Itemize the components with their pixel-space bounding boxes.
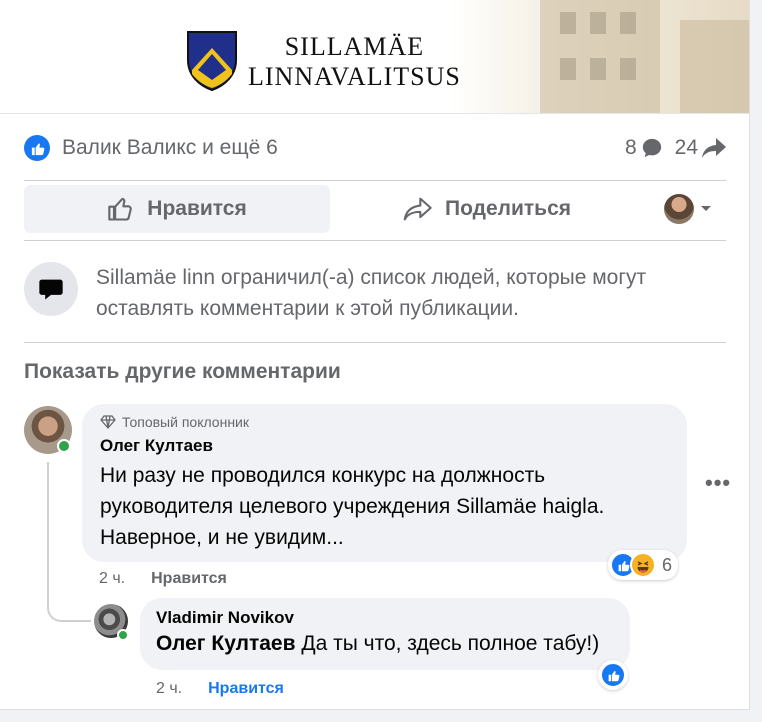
haha-icon bbox=[630, 552, 656, 578]
organization-name: SILLAMÄE LINNAVALITSUS bbox=[248, 32, 461, 92]
divider bbox=[24, 342, 726, 343]
reply-timestamp[interactable]: 2 ч. bbox=[156, 680, 182, 698]
comment-options-icon[interactable]: ••• bbox=[705, 470, 731, 496]
mentioned-user[interactable]: Олег Култаев bbox=[156, 632, 296, 655]
online-status-dot bbox=[57, 439, 71, 453]
like-icon bbox=[600, 662, 626, 688]
comment-restriction-notice: Sillamäe linn ограничил(-а) список людей… bbox=[24, 262, 704, 324]
post-card: SILLAMÄE LINNAVALITSUS Валик Валикс и ещ… bbox=[0, 0, 750, 710]
diamond-icon bbox=[100, 415, 116, 429]
comment-text: Ни разу не проводился конкурс на должнос… bbox=[100, 464, 605, 549]
reply-meta: 2 ч. Нравится bbox=[156, 680, 284, 698]
reactors-summary[interactable]: Валик Валикс и ещё 6 bbox=[62, 136, 278, 160]
divider bbox=[24, 180, 726, 181]
share-button-label: Поделиться bbox=[444, 197, 572, 220]
post-banner-image[interactable]: SILLAMÄE LINNAVALITSUS bbox=[0, 0, 749, 114]
online-status-dot bbox=[117, 629, 129, 641]
share-icon bbox=[403, 197, 432, 221]
caret-down-icon bbox=[701, 206, 711, 211]
post-action-row: Нравится Поделиться bbox=[24, 184, 726, 234]
reply-bubble: Vladimir Novikov Олег Култаев Да ты что,… bbox=[140, 598, 630, 670]
sillamae-crest-logo bbox=[187, 31, 237, 92]
building-photo bbox=[450, 0, 749, 113]
reply-reactions[interactable] bbox=[598, 660, 628, 690]
like-button-label: Нравится bbox=[147, 197, 247, 220]
divider bbox=[24, 240, 726, 241]
top-fan-badge[interactable]: Топовый поклонник bbox=[100, 414, 669, 430]
comment-meta: 2 ч. Нравится bbox=[99, 570, 227, 588]
like-reaction-icon[interactable] bbox=[24, 135, 50, 161]
view-more-comments-link[interactable]: Показать другие комментарии bbox=[24, 360, 341, 384]
comment-restricted-icon bbox=[24, 262, 78, 316]
share-button[interactable]: Поделиться bbox=[334, 185, 640, 233]
reply-author-name[interactable]: Vladimir Novikov bbox=[156, 608, 614, 628]
post-stats-bar: Валик Валикс и ещё 6 8 24 bbox=[24, 130, 726, 166]
share-arrow-icon bbox=[702, 138, 726, 158]
reply-message: Да ты что, здесь полное табу!) bbox=[301, 632, 600, 655]
comment-bubble: Топовый поклонник Олег Култаев Ни разу н… bbox=[82, 404, 687, 562]
reply-like-link[interactable]: Нравится bbox=[208, 680, 284, 698]
comments-count[interactable]: 8 bbox=[625, 136, 663, 160]
reaction-count: 6 bbox=[662, 554, 673, 575]
restriction-text: Sillamäe linn ограничил(-а) список людей… bbox=[96, 266, 647, 320]
comment-bubble-icon bbox=[642, 138, 661, 158]
org-name-line2: LINNAVALITSUS bbox=[248, 62, 461, 91]
comment-as-selector[interactable] bbox=[664, 194, 726, 224]
reply-text: Олег Култаев Да ты что, здесь полное таб… bbox=[156, 632, 614, 656]
comment-reactions[interactable]: 6 bbox=[608, 550, 679, 580]
org-name-line1: SILLAMÄE bbox=[284, 32, 425, 61]
comment-author-name[interactable]: Олег Култаев bbox=[100, 436, 669, 456]
thumbs-up-icon bbox=[108, 197, 133, 221]
current-user-avatar bbox=[664, 194, 694, 224]
comment-like-link[interactable]: Нравится bbox=[151, 570, 227, 588]
comment-timestamp[interactable]: 2 ч. bbox=[99, 570, 125, 588]
like-button[interactable]: Нравится bbox=[24, 185, 330, 233]
shares-count[interactable]: 24 bbox=[675, 136, 726, 160]
